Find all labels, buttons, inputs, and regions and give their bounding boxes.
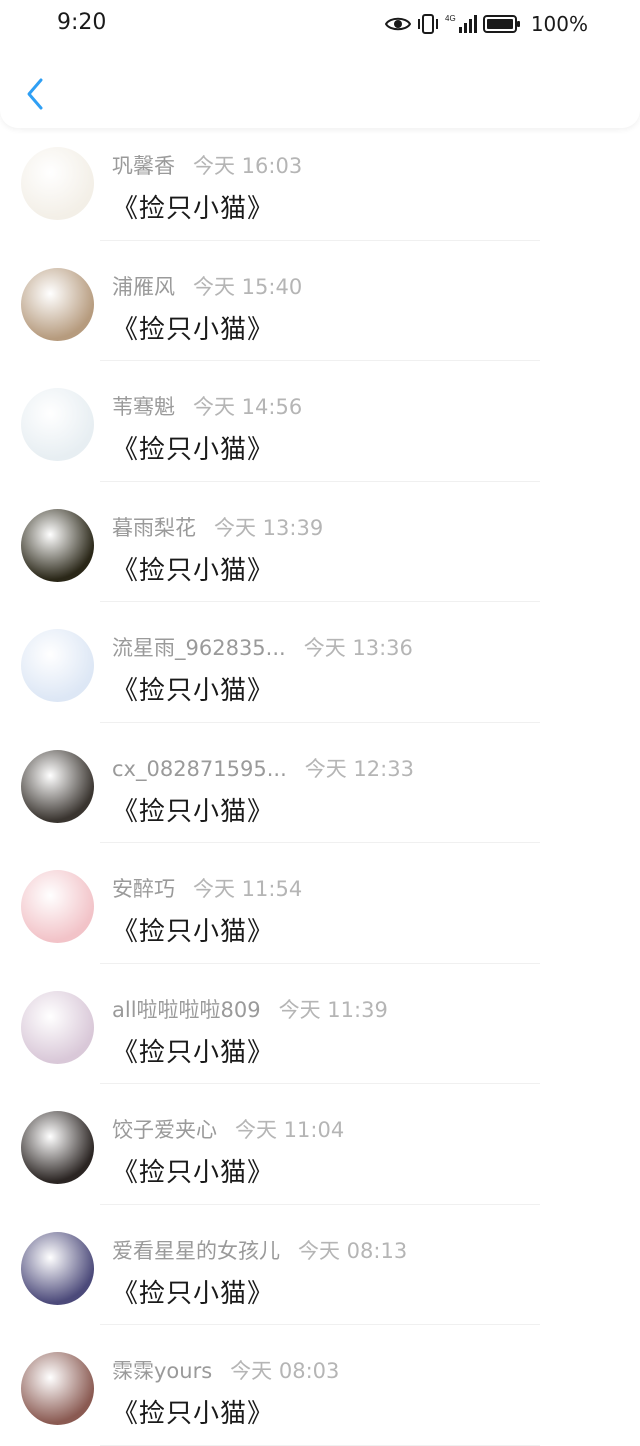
comment-meta: 巩馨香 今天 16:03 [112,150,302,180]
timestamp: 今天 13:39 [214,515,324,540]
battery-icon [482,14,521,34]
comment-text: 《捡只小猫》 [112,917,275,947]
avatar[interactable] [21,870,94,943]
comment-meta: 爱看星星的女孩儿 今天 08:13 [112,1235,407,1265]
comment-row[interactable]: 浦雁风 今天 15:40 《捡只小猫》 [0,241,640,361]
timestamp: 今天 08:03 [230,1359,340,1383]
comment-list[interactable]: 巩馨香 今天 16:03 《捡只小猫》 浦雁风 今天 15:40 《捡只小猫》 苇骞魁 今天 … [0,120,640,1446]
comment-row[interactable]: 流星雨_962835... 今天 13:36 《捡只小猫》 [0,602,640,723]
timestamp: 今天 14:56 [193,395,303,419]
network-label: 4G [445,14,456,23]
battery-percent: 100% [530,12,588,36]
comment-meta: 暮雨梨花 今天 13:39 [112,512,323,542]
avatar[interactable] [21,388,94,461]
username[interactable]: 饺子爱夹心 [112,1118,217,1142]
username[interactable]: 巩馨香 [112,154,175,178]
comment-text: 《捡只小猫》 [112,194,275,224]
avatar[interactable] [21,267,94,341]
eye-icon [384,15,411,33]
comment-text: 《捡只小猫》 [112,435,275,465]
vibrate-icon [417,13,439,35]
username[interactable]: 暮雨梨花 [112,516,196,540]
comment-row[interactable]: 苇骞魁 今天 14:56 《捡只小猫》 [0,361,640,482]
username[interactable]: 浦雁风 [112,275,175,299]
avatar[interactable] [21,629,94,702]
comment-meta: 霂霂yours 今天 08:03 [112,1355,339,1385]
username[interactable]: all啦啦啦啦809 [112,998,261,1022]
timestamp: 今天 08:13 [298,1238,408,1263]
timestamp: 今天 13:36 [303,636,413,660]
avatar[interactable] [21,1231,94,1305]
comment-row[interactable]: 霂霂yours 今天 08:03 《捡只小猫》 [0,1325,640,1446]
username[interactable]: cx_082871595... [112,757,287,781]
comment-meta: 浦雁风 今天 15:40 [112,271,302,301]
timestamp: 今天 11:04 [235,1118,345,1142]
chevron-left-icon [25,77,45,111]
comment-meta: 饺子爱夹心 今天 11:04 [112,1114,344,1144]
comment-text: 《捡只小猫》 [112,1399,275,1429]
comment-meta: 苇骞魁 今天 14:56 [112,391,302,421]
comment-meta: 安醉巧 今天 11:54 [112,873,302,903]
avatar[interactable] [21,1111,94,1184]
signal-icon: 4G [445,13,477,35]
timestamp: 今天 11:54 [193,877,303,901]
comment-text: 《捡只小猫》 [112,314,275,345]
username[interactable]: 流星雨_962835... [112,636,286,660]
comment-text: 《捡只小猫》 [112,555,275,586]
timestamp: 今天 16:03 [193,154,303,178]
status-time: 9:20 [57,10,107,35]
avatar[interactable] [21,147,94,220]
status-icons: 4G 100% [384,10,588,38]
comment-meta: 流星雨_962835... 今天 13:36 [112,632,413,662]
back-button[interactable] [20,76,50,112]
avatar[interactable] [21,508,94,582]
comment-meta: cx_082871595... 今天 12:33 [112,753,414,783]
username[interactable]: 爱看星星的女孩儿 [112,1239,280,1263]
comment-text: 《捡只小猫》 [112,1158,275,1188]
divider [100,1444,540,1446]
avatar[interactable] [21,1352,94,1425]
comment-row[interactable]: 饺子爱夹心 今天 11:04 《捡只小猫》 [0,1084,640,1205]
comment-text: 《捡只小猫》 [112,796,275,827]
comment-text: 《捡只小猫》 [112,1278,275,1309]
avatar[interactable] [21,990,94,1064]
comment-text: 《捡只小猫》 [112,1037,275,1068]
timestamp: 今天 11:39 [278,997,388,1022]
timestamp: 今天 15:40 [193,274,303,299]
comment-row[interactable]: 巩馨香 今天 16:03 《捡只小猫》 [0,120,640,241]
comment-row[interactable]: 暮雨梨花 今天 13:39 《捡只小猫》 [0,482,640,602]
username[interactable]: 苇骞魁 [112,395,175,419]
username[interactable]: 安醉巧 [112,877,175,901]
avatar[interactable] [21,749,94,823]
comment-text: 《捡只小猫》 [112,676,275,706]
comment-row[interactable]: cx_082871595... 今天 12:33 《捡只小猫》 [0,723,640,843]
username[interactable]: 霂霂yours [112,1359,212,1383]
top-bar: 9:20 4G 100% [0,0,640,128]
comment-row[interactable]: 安醉巧 今天 11:54 《捡只小猫》 [0,843,640,964]
timestamp: 今天 12:33 [304,756,414,781]
comment-row[interactable]: all啦啦啦啦809 今天 11:39 《捡只小猫》 [0,964,640,1084]
comment-meta: all啦啦啦啦809 今天 11:39 [112,994,388,1024]
comment-row[interactable]: 爱看星星的女孩儿 今天 08:13 《捡只小猫》 [0,1205,640,1325]
